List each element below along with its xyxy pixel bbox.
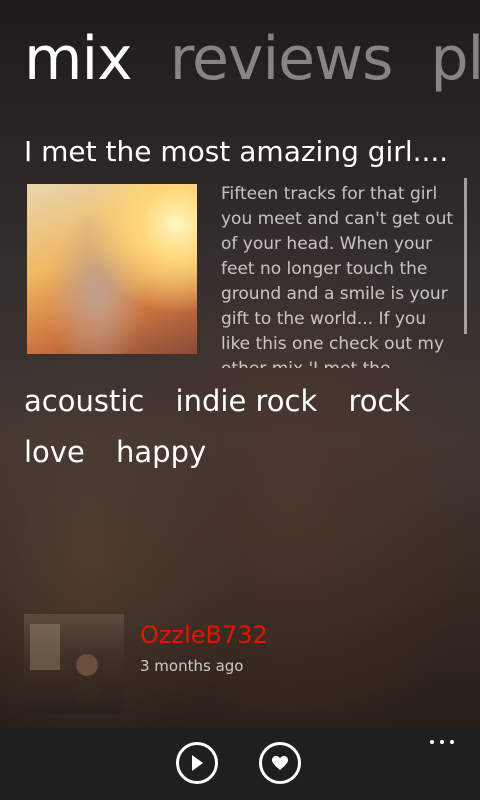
tag-rock[interactable]: rock — [349, 376, 411, 427]
author-name[interactable]: OzzleB732 — [140, 620, 268, 650]
more-button[interactable] — [428, 734, 458, 748]
mix-cover-image — [27, 184, 197, 354]
play-icon — [192, 755, 203, 771]
mix-description: Fifteen tracks for that girl you meet an… — [221, 184, 454, 368]
tab-playlist[interactable]: pla — [430, 24, 480, 94]
tab-mix[interactable]: mix — [24, 24, 133, 94]
tag-love[interactable]: love — [24, 427, 85, 478]
app-bar — [0, 728, 480, 800]
author-avatar[interactable] — [24, 614, 124, 714]
pivot-header: mix reviews pla — [0, 0, 480, 110]
tab-reviews[interactable]: reviews — [170, 24, 394, 94]
tag-acoustic[interactable]: acoustic — [24, 376, 144, 427]
author-timestamp: 3 months ago — [140, 657, 244, 675]
description-scrollbar[interactable] — [464, 178, 467, 334]
tag-happy[interactable]: happy — [116, 427, 206, 478]
play-button[interactable] — [176, 742, 218, 784]
ellipsis-icon — [440, 740, 444, 744]
ellipsis-icon — [450, 740, 454, 744]
heart-icon — [272, 756, 288, 770]
tag-indie-rock[interactable]: indie rock — [176, 376, 318, 427]
love-button[interactable] — [259, 742, 301, 784]
mix-description-scroller[interactable]: Fifteen tracks for that girl you meet an… — [221, 182, 459, 368]
tag-list: acoustic indie rock rock love happy — [24, 376, 464, 478]
ellipsis-icon — [430, 740, 434, 744]
mix-title: I met the most amazing girl.... — [24, 135, 449, 168]
pivot-tabs: mix reviews pla — [24, 24, 480, 94]
